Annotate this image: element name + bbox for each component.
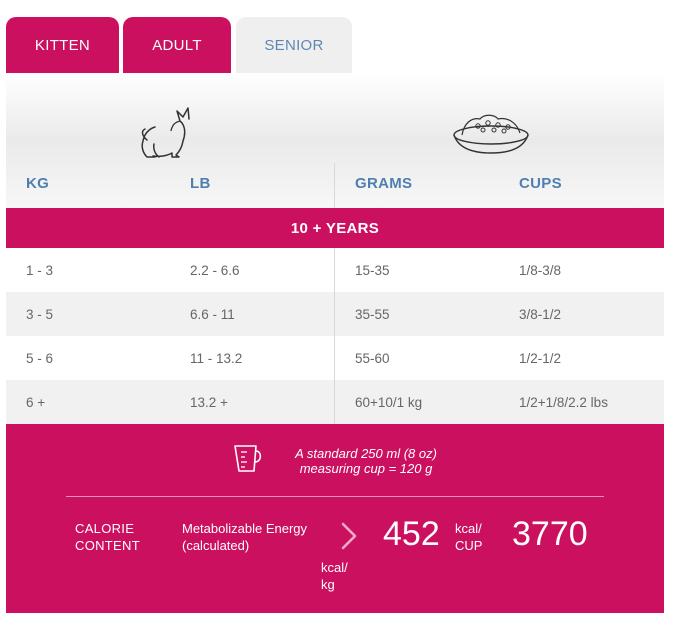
kcal-per-kg-value: 3770 <box>512 515 588 553</box>
kcal-per-kg-unit: kcal/ kg <box>321 559 348 593</box>
note-line-2: measuring cup = 120 g <box>299 461 433 476</box>
table-row: 1 - 3 2.2 - 6.6 15-35 1/8-3/8 <box>6 248 664 292</box>
column-header-kg: KG <box>26 175 50 192</box>
header-divider <box>334 163 335 208</box>
kcal-cup-unit-line-1: kcal/ <box>455 521 482 536</box>
cell-lb: 11 - 13.2 <box>190 350 243 366</box>
cell-cups: 3/8-1/2 <box>519 306 562 322</box>
kcal-cup-unit-line-2: CUP <box>455 538 483 553</box>
kcal-per-cup-value: 452 <box>383 515 440 553</box>
column-header-lb: LB <box>190 175 211 192</box>
footer-divider <box>66 496 604 497</box>
tab-senior[interactable]: SENIOR <box>236 17 352 73</box>
cat-icon <box>141 107 190 158</box>
column-header-cups: CUPS <box>519 175 562 192</box>
cell-grams: 15-35 <box>355 262 390 278</box>
food-tabs: KITTEN ADULT SENIOR <box>6 17 666 73</box>
cell-lb: 6.6 - 11 <box>190 306 235 322</box>
me-label-line-1: Metabolizable Energy <box>182 521 308 536</box>
measuring-cup-note: A standard 250 ml (8 oz) measuring cup =… <box>276 446 456 476</box>
calorie-content-label: CALORIE CONTENT <box>75 520 140 554</box>
age-band: 10 + YEARS <box>6 208 664 248</box>
calorie-label-line-2: CONTENT <box>75 538 140 553</box>
cell-grams: 55-60 <box>355 350 390 366</box>
chevron-right-icon <box>341 522 357 550</box>
kcal-kg-unit-line-2: kg <box>321 577 335 592</box>
tab-adult[interactable]: ADULT <box>123 17 231 73</box>
calorie-label-line-1: CALORIE <box>75 521 135 536</box>
note-line-1: A standard 250 ml (8 oz) <box>295 446 437 461</box>
table-row: 6 + 13.2 + 60+10/1 kg 1/2+1/8/2.2 lbs <box>6 380 664 424</box>
calorie-footer: A standard 250 ml (8 oz) measuring cup =… <box>6 424 664 613</box>
food-bowl-icon <box>453 114 529 154</box>
cell-cups: 1/2-1/2 <box>519 350 562 366</box>
column-header-grams: GRAMS <box>355 175 413 192</box>
kcal-per-cup-unit: kcal/ CUP <box>455 520 482 554</box>
cell-cups: 1/8-3/8 <box>519 262 562 278</box>
cell-grams: 35-55 <box>355 306 390 322</box>
measuring-cup-icon <box>234 445 262 472</box>
cell-kg: 5 - 6 <box>26 350 54 366</box>
cell-lb: 2.2 - 6.6 <box>190 262 240 278</box>
tab-kitten[interactable]: KITTEN <box>6 17 119 73</box>
cell-lb: 13.2 + <box>190 394 228 410</box>
feeding-table-header: KG LB GRAMS CUPS <box>6 73 664 208</box>
table-row: 5 - 6 11 - 13.2 55-60 1/2-1/2 <box>6 336 664 380</box>
cell-kg: 3 - 5 <box>26 306 54 322</box>
cell-cups: 1/2+1/8/2.2 lbs <box>519 394 608 410</box>
metabolizable-energy-label: Metabolizable Energy (calculated) <box>182 520 307 554</box>
kcal-kg-unit-line-1: kcal/ <box>321 560 348 575</box>
feeding-guide-panel: KG LB GRAMS CUPS 10 + YEARS 1 - 3 2.2 - … <box>6 73 664 613</box>
table-divider <box>334 248 335 424</box>
table-row: 3 - 5 6.6 - 11 35-55 3/8-1/2 <box>6 292 664 336</box>
cell-kg: 1 - 3 <box>26 262 54 278</box>
me-label-line-2: (calculated) <box>182 538 250 553</box>
cell-kg: 6 + <box>26 394 46 410</box>
cell-grams: 60+10/1 kg <box>355 394 423 410</box>
